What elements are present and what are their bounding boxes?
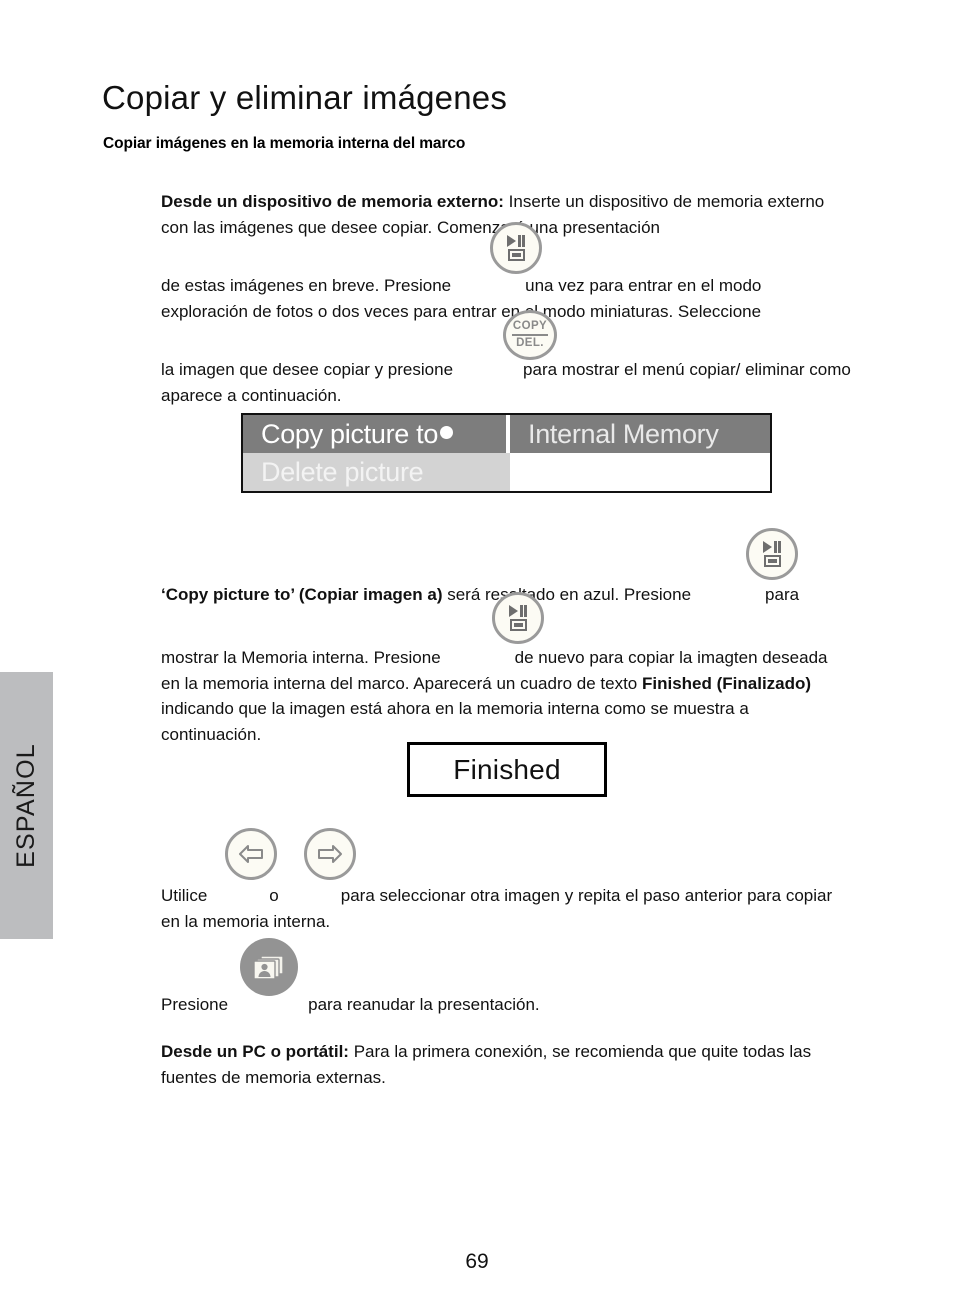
paragraph-lead-from-pc: Desde un PC o portátil: bbox=[161, 1042, 349, 1061]
play-triangle-icon bbox=[763, 541, 772, 553]
osd-copy-delete-menu: Copy picture to Internal Memory Delete p… bbox=[241, 413, 772, 493]
paragraph-use-arrows: Utilice o para seleccionar otra imagen y r… bbox=[161, 883, 851, 934]
play-pause-slideshow-button-1[interactable] bbox=[490, 222, 542, 274]
play-pause-slideshow-button-2[interactable] bbox=[746, 528, 798, 580]
paragraph-show-internal-memory: mostrar la Memoria interna. Presione de n… bbox=[161, 645, 851, 747]
copy-delete-icon: COPY DEL. bbox=[512, 320, 548, 350]
osd-internal-memory-cell[interactable]: Internal Memory bbox=[510, 415, 770, 453]
osd-copy-picture-to-label: Copy picture to bbox=[261, 418, 439, 449]
photo-stack-person-icon bbox=[253, 955, 284, 980]
copy-delete-button[interactable]: COPY DEL. bbox=[503, 310, 557, 360]
osd-delete-picture-cell[interactable]: Delete picture bbox=[243, 453, 506, 491]
paragraph-text-after-slideshow: para reanudar la presentación. bbox=[308, 995, 540, 1014]
paragraph-text-before-play-3: mostrar la Memoria interna. Presione bbox=[161, 648, 441, 667]
osd-internal-memory-label: Internal Memory bbox=[528, 418, 719, 449]
copy-label: COPY bbox=[512, 320, 548, 332]
finished-dialog-label: Finished bbox=[453, 753, 561, 785]
play-pause-frame-icon bbox=[507, 235, 525, 261]
pause-bar-icon bbox=[524, 605, 527, 617]
play-pause-slideshow-button-3[interactable] bbox=[492, 592, 544, 644]
osd-selection-dot-icon bbox=[440, 426, 454, 439]
osd-empty-cell bbox=[510, 453, 770, 491]
osd-delete-picture-label: Delete picture bbox=[261, 456, 424, 487]
play-pause-frame-icon bbox=[509, 605, 527, 631]
right-arrow-icon bbox=[318, 845, 342, 863]
slideshow-photos-button[interactable] bbox=[240, 938, 298, 996]
play-pause-icon-row bbox=[763, 541, 781, 553]
osd-menu-row-delete[interactable]: Delete picture bbox=[243, 453, 770, 491]
left-arrow-icon bbox=[239, 845, 263, 863]
paragraph-lead-copy-picture-to: ‘Copy picture to’ (Copiar imagen a) bbox=[161, 585, 443, 604]
play-pause-icon-row bbox=[509, 605, 527, 617]
section-subtitle: Copiar imágenes en la memoria interna de… bbox=[103, 134, 466, 152]
pause-bar-icon bbox=[517, 235, 521, 247]
pause-bar-icon bbox=[519, 605, 523, 617]
paragraph-text-before-play: de estas imágenes en breve. Presione bbox=[161, 276, 452, 295]
document-page: Copiar y eliminar imágenes Copiar imágen… bbox=[0, 0, 954, 1295]
paragraph-text-highlight: será resaltado en azul. Presione bbox=[442, 585, 692, 604]
osd-copy-picture-to-cell[interactable]: Copy picture to bbox=[243, 415, 506, 453]
paragraph-text-utilice: Utilice bbox=[161, 886, 208, 905]
paragraph-text-presione: Presione bbox=[161, 995, 229, 1014]
page-number: 69 bbox=[465, 1250, 489, 1273]
left-arrow-button[interactable] bbox=[225, 828, 277, 880]
play-pause-frame-icon bbox=[763, 541, 781, 567]
photo-frame-icon bbox=[507, 249, 525, 261]
paragraph-resume-slideshow: Presione para reanudar la presentación. bbox=[161, 992, 851, 1018]
paragraph-text-para: para bbox=[765, 585, 800, 604]
play-triangle-icon bbox=[509, 605, 518, 617]
paragraph-from-pc-laptop: Desde un PC o portátil: Para la primera … bbox=[161, 1039, 851, 1090]
paragraph-text-before-copydel: la imagen que desee copiar y presione bbox=[161, 360, 454, 379]
play-pause-icon-row bbox=[507, 235, 525, 247]
osd-menu-row-copy[interactable]: Copy picture to Internal Memory bbox=[243, 415, 770, 453]
paragraph-text-finished-rest: indicando que la imagen está ahora en la… bbox=[161, 699, 749, 744]
paragraph-bold-finished: Finished (Finalizado) bbox=[642, 673, 812, 693]
finished-dialog: Finished bbox=[407, 742, 607, 797]
paragraph-press-copydel: la imagen que desee copiar y presione par… bbox=[161, 357, 851, 408]
paragraph-press-play-once: de estas imágenes en breve. Presione una … bbox=[161, 273, 851, 324]
paragraph-text-after-arrows: para seleccionar otra imagen y repita el… bbox=[161, 886, 833, 931]
pause-bar-icon bbox=[522, 235, 525, 247]
play-triangle-icon bbox=[507, 235, 516, 247]
photo-frame-icon bbox=[509, 619, 527, 631]
pause-bar-icon bbox=[773, 541, 777, 553]
photo-frame-icon bbox=[763, 555, 781, 567]
page-title: Copiar y eliminar imágenes bbox=[102, 79, 508, 117]
pause-bar-icon bbox=[778, 541, 781, 553]
paragraph-text-or: o bbox=[269, 886, 279, 905]
delete-label: DEL. bbox=[516, 337, 544, 349]
copy-delete-divider bbox=[512, 334, 548, 336]
right-arrow-button[interactable] bbox=[304, 828, 356, 880]
paragraph-lead-external-device: Desde un dispositivo de memoria externo: bbox=[161, 192, 504, 211]
